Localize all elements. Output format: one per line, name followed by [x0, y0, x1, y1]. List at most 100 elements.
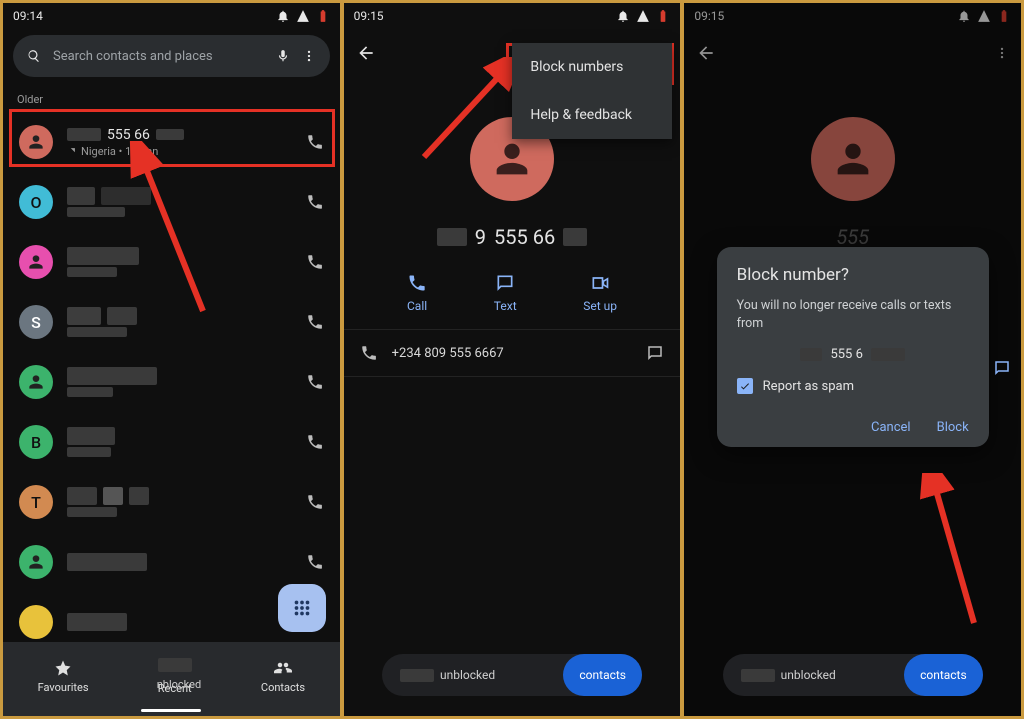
search-icon [27, 49, 41, 63]
message-icon [495, 273, 515, 293]
phone-icon[interactable] [306, 313, 324, 331]
redaction [741, 669, 775, 682]
nav-favourites[interactable]: Favourites [38, 659, 89, 694]
mic-icon[interactable] [276, 49, 290, 63]
call-row[interactable]: S [3, 292, 340, 352]
menu-help-feedback[interactable]: Help & feedback [512, 91, 672, 139]
section-older: Older [17, 93, 326, 106]
call-row[interactable] [3, 352, 340, 412]
phone-icon [360, 344, 378, 362]
avatar-icon [19, 125, 53, 159]
call-row[interactable]: O [3, 172, 340, 232]
snackbar: unblocked contacts [723, 654, 983, 696]
report-spam-row[interactable]: Report as spam [737, 378, 969, 394]
panel-contact-menu: 09:15 9 555 66 Call Text Set up +234 809… [343, 2, 682, 717]
video-icon [590, 273, 610, 293]
dialpad-fab[interactable] [278, 584, 326, 632]
call-row[interactable] [3, 532, 340, 592]
overflow-menu: Block numbers Help & feedback [512, 43, 672, 139]
report-spam-label: Report as spam [763, 379, 854, 394]
redaction [158, 658, 192, 672]
phone-icon[interactable] [306, 133, 324, 151]
battery-low-icon [316, 9, 330, 23]
redaction [563, 228, 587, 246]
cancel-button[interactable]: Cancel [871, 420, 911, 435]
signal-icon [296, 9, 310, 23]
phone-icon[interactable] [306, 433, 324, 451]
snackbar: unblocked contacts [382, 654, 642, 696]
phone-icon [407, 273, 427, 293]
phone-icon[interactable] [306, 553, 324, 571]
redaction [156, 129, 184, 140]
outgoing-icon [67, 146, 77, 156]
call-row-first[interactable]: 555 66 Nigeria • 16 Jan [3, 112, 340, 172]
action-call[interactable]: Call [407, 273, 427, 313]
avatar-icon [19, 545, 53, 579]
phone-icon[interactable] [306, 193, 324, 211]
avatar-icon [19, 245, 53, 279]
avatar-letter [19, 605, 53, 639]
avatar-letter: T [19, 485, 53, 519]
full-number: +234 809 555 6667 [392, 346, 504, 361]
menu-block-numbers[interactable]: Block numbers [512, 43, 672, 91]
action-setup[interactable]: Set up [583, 273, 617, 313]
snackbar-text: unblocked [781, 668, 836, 682]
redaction [67, 128, 101, 141]
person-icon [489, 136, 535, 182]
status-time: 09:14 [13, 9, 43, 23]
call-row[interactable]: B [3, 412, 340, 472]
call-row[interactable] [3, 232, 340, 292]
checkbox-checked-icon[interactable] [737, 378, 753, 394]
star-icon [54, 659, 72, 677]
contacts-icon [274, 659, 292, 677]
snackbar-text: unblocked [440, 668, 495, 682]
gesture-bar [141, 709, 201, 712]
status-icons [616, 9, 670, 23]
status-time: 09:15 [354, 9, 384, 23]
dialpad-icon [291, 597, 313, 619]
message-icon [993, 359, 1011, 377]
number-fragment: 555 66 [107, 127, 150, 143]
redaction [400, 669, 434, 682]
phone-icon[interactable] [306, 493, 324, 511]
block-dialog: Block number? You will no longer receive… [717, 247, 989, 447]
snackbar-action[interactable]: contacts [563, 654, 642, 696]
call-subtext: Nigeria • 16 Jan [81, 145, 158, 158]
status-bar: 09:15 [344, 3, 681, 29]
status-bar: 09:14 [3, 3, 340, 29]
panel-block-dialog: 09:15 555 Block number? You will no long… [683, 2, 1022, 717]
message-icon[interactable] [646, 344, 664, 362]
block-button[interactable]: Block [937, 420, 969, 435]
more-icon[interactable] [302, 49, 316, 63]
nav-recent[interactable]: nblocked Recent [158, 658, 192, 695]
status-icons [276, 9, 330, 23]
battery-low-icon [656, 9, 670, 23]
back-icon[interactable] [356, 43, 376, 63]
dialog-title: Block number? [737, 265, 969, 285]
phone-icon[interactable] [306, 373, 324, 391]
redaction [437, 228, 467, 246]
avatar-icon [19, 365, 53, 399]
search-bar[interactable]: Search contacts and places [13, 35, 330, 77]
redaction [871, 348, 905, 361]
action-text[interactable]: Text [494, 273, 517, 313]
panel-recents: 09:14 Search contacts and places Older 5… [2, 2, 341, 717]
snackbar-action[interactable]: contacts [904, 654, 983, 696]
phone-icon[interactable] [306, 253, 324, 271]
dnd-off-icon [276, 9, 290, 23]
avatar-letter: B [19, 425, 53, 459]
avatar-letter: O [19, 185, 53, 219]
call-row[interactable]: T [3, 472, 340, 532]
redaction [800, 348, 822, 361]
number-entry[interactable]: +234 809 555 6667 [344, 329, 681, 377]
dialog-body: You will no longer receive calls or text… [737, 297, 969, 333]
nav-contacts[interactable]: Contacts [261, 659, 305, 694]
bottom-nav: Favourites nblocked Recent Contacts [3, 642, 340, 716]
avatar-letter: S [19, 305, 53, 339]
dialog-number: 555 6 [737, 347, 969, 362]
search-placeholder: Search contacts and places [53, 49, 213, 64]
signal-icon [636, 9, 650, 23]
dnd-off-icon [616, 9, 630, 23]
dialog-buttons: Cancel Block [737, 420, 969, 435]
contact-title: 9 555 66 [344, 225, 681, 249]
